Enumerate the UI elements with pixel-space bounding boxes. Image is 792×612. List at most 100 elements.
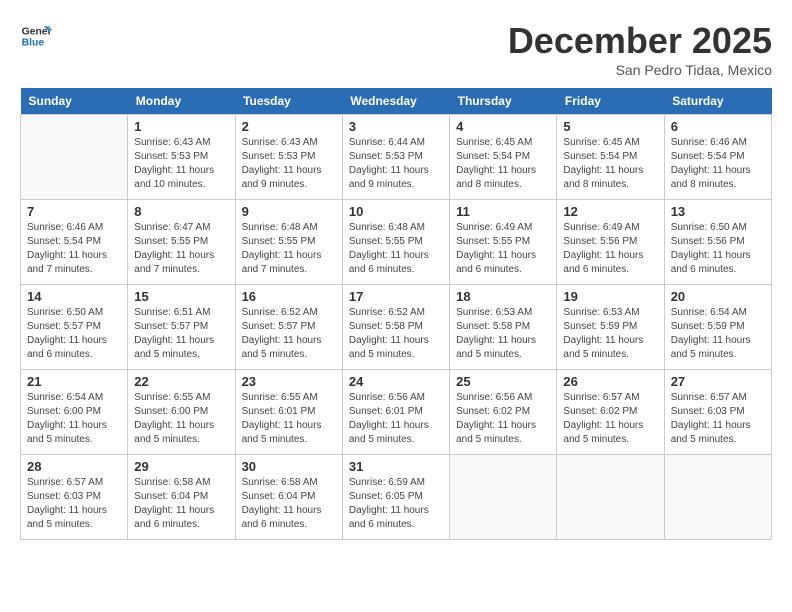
day-info: Sunrise: 6:54 AM Sunset: 5:59 PM Dayligh…	[671, 306, 765, 362]
day-info: Sunrise: 6:52 AM Sunset: 5:57 PM Dayligh…	[242, 306, 336, 362]
day-info: Sunrise: 6:45 AM Sunset: 5:54 PM Dayligh…	[563, 136, 657, 192]
calendar-cell: 22 Sunrise: 6:55 AM Sunset: 6:00 PM Dayli…	[128, 370, 235, 455]
calendar-cell: 16Sunrise: 6:52 AM Sunset: 5:57 PM Dayli…	[235, 285, 342, 370]
calendar-cell	[664, 455, 771, 540]
title-block: December 2025 San Pedro Tidaa, Mexico	[508, 20, 772, 78]
calendar-cell: 5 Sunrise: 6:45 AM Sunset: 5:54 PM Daylig…	[557, 115, 664, 200]
day-number: 14	[27, 289, 121, 304]
day-number: 24	[349, 374, 443, 389]
day-number: 3	[349, 119, 443, 134]
day-number: 5	[563, 119, 657, 134]
calendar-cell: 8 Sunrise: 6:47 AM Sunset: 5:55 PM Daylig…	[128, 200, 235, 285]
calendar-table: SundayMondayTuesdayWednesdayThursdayFrid…	[20, 88, 772, 540]
calendar-cell: 24 Sunrise: 6:56 AM Sunset: 6:01 PM Dayli…	[342, 370, 449, 455]
day-info: Sunrise: 6:56 AM Sunset: 6:02 PM Dayligh…	[456, 391, 550, 447]
calendar-cell: 30 Sunrise: 6:58 AM Sunset: 6:04 PM Dayli…	[235, 455, 342, 540]
calendar-cell: 28 Sunrise: 6:57 AM Sunset: 6:03 PM Dayli…	[21, 455, 128, 540]
calendar-title: December 2025	[508, 20, 772, 62]
day-info: Sunrise: 6:46 AM Sunset: 5:54 PM Dayligh…	[671, 136, 765, 192]
day-info: Sunrise: 6:57 AM Sunset: 6:02 PM Dayligh…	[563, 391, 657, 447]
calendar-cell: 31Sunrise: 6:59 AM Sunset: 6:05 PM Dayli…	[342, 455, 449, 540]
day-number: 12	[563, 204, 657, 219]
day-number: 2	[242, 119, 336, 134]
day-info: Sunrise: 6:47 AM Sunset: 5:55 PM Dayligh…	[134, 221, 228, 277]
calendar-subtitle: San Pedro Tidaa, Mexico	[508, 62, 772, 78]
day-info: Sunrise: 6:45 AM Sunset: 5:54 PM Dayligh…	[456, 136, 550, 192]
day-number: 21	[27, 374, 121, 389]
day-header-sunday: Sunday	[21, 88, 128, 115]
calendar-cell	[557, 455, 664, 540]
calendar-cell: 21 Sunrise: 6:54 AM Sunset: 6:00 PM Dayli…	[21, 370, 128, 455]
day-number: 25	[456, 374, 550, 389]
day-info: Sunrise: 6:50 AM Sunset: 5:56 PM Dayligh…	[671, 221, 765, 277]
calendar-cell	[450, 455, 557, 540]
day-info: Sunrise: 6:49 AM Sunset: 5:56 PM Dayligh…	[563, 221, 657, 277]
day-info: Sunrise: 6:54 AM Sunset: 6:00 PM Dayligh…	[27, 391, 121, 447]
day-number: 13	[671, 204, 765, 219]
day-number: 8	[134, 204, 228, 219]
day-info: Sunrise: 6:56 AM Sunset: 6:01 PM Dayligh…	[349, 391, 443, 447]
day-header-wednesday: Wednesday	[342, 88, 449, 115]
day-number: 18	[456, 289, 550, 304]
calendar-cell: 7 Sunrise: 6:46 AM Sunset: 5:54 PM Daylig…	[21, 200, 128, 285]
week-row-5: 28 Sunrise: 6:57 AM Sunset: 6:03 PM Dayli…	[21, 455, 772, 540]
day-info: Sunrise: 6:50 AM Sunset: 5:57 PM Dayligh…	[27, 306, 121, 362]
week-row-2: 7 Sunrise: 6:46 AM Sunset: 5:54 PM Daylig…	[21, 200, 772, 285]
calendar-cell: 14 Sunrise: 6:50 AM Sunset: 5:57 PM Dayli…	[21, 285, 128, 370]
day-info: Sunrise: 6:48 AM Sunset: 5:55 PM Dayligh…	[349, 221, 443, 277]
calendar-cell: 13 Sunrise: 6:50 AM Sunset: 5:56 PM Dayli…	[664, 200, 771, 285]
day-number: 29	[134, 459, 228, 474]
calendar-cell: 1Sunrise: 6:43 AM Sunset: 5:53 PM Daylig…	[128, 115, 235, 200]
calendar-cell: 27 Sunrise: 6:57 AM Sunset: 6:03 PM Dayli…	[664, 370, 771, 455]
day-number: 6	[671, 119, 765, 134]
day-info: Sunrise: 6:53 AM Sunset: 5:59 PM Dayligh…	[563, 306, 657, 362]
day-info: Sunrise: 6:49 AM Sunset: 5:55 PM Dayligh…	[456, 221, 550, 277]
calendar-cell	[21, 115, 128, 200]
day-number: 15	[134, 289, 228, 304]
week-row-3: 14 Sunrise: 6:50 AM Sunset: 5:57 PM Dayli…	[21, 285, 772, 370]
calendar-cell: 23Sunrise: 6:55 AM Sunset: 6:01 PM Dayli…	[235, 370, 342, 455]
calendar-cell: 9Sunrise: 6:48 AM Sunset: 5:55 PM Daylig…	[235, 200, 342, 285]
day-info: Sunrise: 6:57 AM Sunset: 6:03 PM Dayligh…	[27, 476, 121, 532]
svg-text:Blue: Blue	[22, 38, 45, 49]
day-number: 26	[563, 374, 657, 389]
day-number: 9	[242, 204, 336, 219]
logo: General Blue General Blue	[20, 20, 52, 52]
day-info: Sunrise: 6:46 AM Sunset: 5:54 PM Dayligh…	[27, 221, 121, 277]
day-number: 19	[563, 289, 657, 304]
day-header-saturday: Saturday	[664, 88, 771, 115]
logo-icon: General Blue	[20, 20, 52, 52]
calendar-cell: 15 Sunrise: 6:51 AM Sunset: 5:57 PM Dayli…	[128, 285, 235, 370]
week-row-4: 21 Sunrise: 6:54 AM Sunset: 6:00 PM Dayli…	[21, 370, 772, 455]
calendar-cell: 11Sunrise: 6:49 AM Sunset: 5:55 PM Dayli…	[450, 200, 557, 285]
day-number: 31	[349, 459, 443, 474]
page-header: General Blue General Blue December 2025 …	[20, 20, 772, 78]
day-number: 30	[242, 459, 336, 474]
calendar-cell: 4Sunrise: 6:45 AM Sunset: 5:54 PM Daylig…	[450, 115, 557, 200]
day-number: 23	[242, 374, 336, 389]
calendar-cell: 6 Sunrise: 6:46 AM Sunset: 5:54 PM Daylig…	[664, 115, 771, 200]
day-info: Sunrise: 6:51 AM Sunset: 5:57 PM Dayligh…	[134, 306, 228, 362]
day-info: Sunrise: 6:53 AM Sunset: 5:58 PM Dayligh…	[456, 306, 550, 362]
day-number: 1	[134, 119, 228, 134]
day-info: Sunrise: 6:58 AM Sunset: 6:04 PM Dayligh…	[242, 476, 336, 532]
calendar-cell: 19 Sunrise: 6:53 AM Sunset: 5:59 PM Dayli…	[557, 285, 664, 370]
day-header-monday: Monday	[128, 88, 235, 115]
day-number: 28	[27, 459, 121, 474]
day-number: 7	[27, 204, 121, 219]
calendar-cell: 25 Sunrise: 6:56 AM Sunset: 6:02 PM Dayli…	[450, 370, 557, 455]
day-header-tuesday: Tuesday	[235, 88, 342, 115]
calendar-cell: 3 Sunrise: 6:44 AM Sunset: 5:53 PM Daylig…	[342, 115, 449, 200]
day-info: Sunrise: 6:44 AM Sunset: 5:53 PM Dayligh…	[349, 136, 443, 192]
day-info: Sunrise: 6:58 AM Sunset: 6:04 PM Dayligh…	[134, 476, 228, 532]
day-info: Sunrise: 6:43 AM Sunset: 5:53 PM Dayligh…	[242, 136, 336, 192]
calendar-cell: 12 Sunrise: 6:49 AM Sunset: 5:56 PM Dayli…	[557, 200, 664, 285]
day-number: 20	[671, 289, 765, 304]
day-info: Sunrise: 6:52 AM Sunset: 5:58 PM Dayligh…	[349, 306, 443, 362]
calendar-cell: 26 Sunrise: 6:57 AM Sunset: 6:02 PM Dayli…	[557, 370, 664, 455]
day-number: 22	[134, 374, 228, 389]
day-number: 27	[671, 374, 765, 389]
calendar-cell: 17Sunrise: 6:52 AM Sunset: 5:58 PM Dayli…	[342, 285, 449, 370]
day-info: Sunrise: 6:57 AM Sunset: 6:03 PM Dayligh…	[671, 391, 765, 447]
day-info: Sunrise: 6:55 AM Sunset: 6:00 PM Dayligh…	[134, 391, 228, 447]
